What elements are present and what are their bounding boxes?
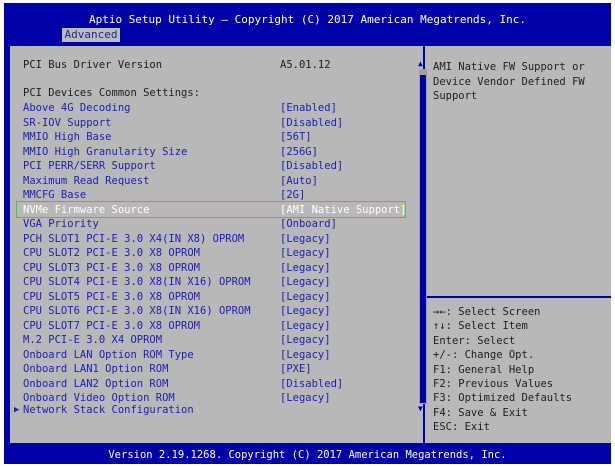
scrollbar-thumb[interactable] xyxy=(420,75,426,403)
setting-value[interactable]: [Enabled] xyxy=(280,101,337,115)
setting-label: MMIO High Base xyxy=(23,131,112,143)
help-line: Device Vendor Defined FW xyxy=(433,75,585,88)
setting-label: M.2 PCI-E 3.0 X4 OPROM xyxy=(23,334,163,346)
setting-value[interactable]: [AMI Native Support] xyxy=(280,203,406,217)
setting-label: Maximum Read Request xyxy=(23,174,150,187)
help-divider xyxy=(425,296,611,298)
setting-label: VGA Priority xyxy=(23,218,99,230)
setting-value[interactable]: [Legacy] xyxy=(280,391,331,405)
bios-screen: Aptio Setup Utility – Copyright (C) 2017… xyxy=(4,3,611,464)
setting-value[interactable]: [Disabled] xyxy=(280,116,343,130)
key-general-help: F1: General Help xyxy=(433,363,535,376)
setting-label: Onboard LAN Option ROM Type xyxy=(23,348,194,361)
key-save-exit: F4: Save & Exit xyxy=(433,406,528,419)
driver-version-label: PCI Bus Driver Version xyxy=(23,59,163,71)
setting-label: CPU SLOT4 PCI-E 3.0 X8(IN X16) OPROM xyxy=(23,276,251,288)
submenu-network-stack[interactable]: ▶ Network Stack Configuration xyxy=(14,403,194,417)
key-exit: ESC: Exit xyxy=(433,421,490,434)
setting-label: NVMe Firmware Source xyxy=(23,203,150,216)
key-change-opt: +/-: Change Opt. xyxy=(433,349,535,362)
submenu-label: Network Stack Configuration xyxy=(23,404,194,416)
window-title: Aptio Setup Utility – Copyright (C) 2017… xyxy=(88,13,527,26)
setting-label: CPU SLOT6 PCI-E 3.0 X8(IN X16) OPROM xyxy=(23,305,251,317)
setting-label: PCH SLOT1 PCI-E 3.0 X4(IN X8) OPROM xyxy=(23,232,245,245)
setting-value[interactable]: [Legacy] xyxy=(280,261,331,275)
setting-value[interactable]: [256G] xyxy=(280,145,318,159)
setting-label: SR-IOV Support xyxy=(23,116,112,129)
setting-value[interactable]: [Legacy] xyxy=(280,348,331,362)
footer-version: Version 2.19.1268. Copyright (C) 2017 Am… xyxy=(108,449,507,461)
section-heading-text: PCI Devices Common Settings: xyxy=(23,87,201,99)
setting-value[interactable]: [Legacy] xyxy=(280,290,331,304)
help-line: AMI Native FW Support or xyxy=(433,61,585,73)
help-line: Support xyxy=(433,90,478,102)
key-legend: →←: Select Screen ↑↓: Select Item Enter:… xyxy=(433,305,572,435)
section-heading: PCI Devices Common Settings: xyxy=(23,86,200,100)
setting-value[interactable]: [Legacy] xyxy=(280,304,331,318)
scroll-up-icon[interactable]: ▲ xyxy=(418,60,423,68)
setting-value[interactable]: [2G] xyxy=(280,188,305,202)
driver-version-row: PCI Bus Driver Version A5.01.12 xyxy=(23,58,331,72)
setting-value[interactable]: [Disabled] xyxy=(280,377,343,391)
setting-value[interactable]: [Disabled] xyxy=(280,159,343,173)
setting-value[interactable]: [Legacy] xyxy=(280,319,331,333)
setting-value[interactable]: [Auto] xyxy=(280,174,318,188)
setting-value[interactable]: [Legacy] xyxy=(280,246,331,260)
setting-label: Onboard LAN1 Option ROM xyxy=(23,363,169,375)
setting-label: CPU SLOT2 PCI-E 3.0 X8 OPROM xyxy=(23,247,201,259)
key-select-screen: →←: Select Screen xyxy=(433,306,541,318)
setting-label: MMCFG Base xyxy=(23,189,87,201)
tab-advanced[interactable]: Advanced xyxy=(62,28,120,42)
key-previous-values: F2: Previous Values xyxy=(433,378,554,391)
submenu-arrow-icon: ▶ xyxy=(14,405,20,415)
setting-value[interactable]: [Legacy] xyxy=(280,275,331,289)
setting-value[interactable]: [56T] xyxy=(280,130,312,144)
setting-label: MMIO High Granularity Size xyxy=(23,145,188,158)
setting-label: Above 4G Decoding xyxy=(23,102,131,114)
scroll-down-icon[interactable]: ▼ xyxy=(418,405,423,413)
setting-label: CPU SLOT3 PCI-E 3.0 X8 OPROM xyxy=(23,261,201,274)
setting-label: CPU SLOT7 PCI-E 3.0 X8 OPROM xyxy=(23,319,201,332)
key-select-item: ↑↓: Select Item xyxy=(433,320,528,333)
setting-value[interactable]: [PXE] xyxy=(280,362,312,376)
help-text: AMI Native FW Support or Device Vendor D… xyxy=(433,60,603,104)
key-optimized-defaults: F3: Optimized Defaults xyxy=(433,392,573,405)
setting-label: PCI PERR/SERR Support xyxy=(23,160,156,172)
setting-value[interactable]: [Legacy] xyxy=(280,232,331,246)
setting-value[interactable]: [Onboard] xyxy=(280,217,337,231)
setting-value[interactable]: [Legacy] xyxy=(280,333,331,347)
setting-label: Onboard LAN2 Option ROM xyxy=(23,377,169,390)
key-enter: Enter: Select xyxy=(433,334,516,347)
driver-version-value: A5.01.12 xyxy=(280,59,331,71)
setting-label: CPU SLOT5 PCI-E 3.0 X8 OPROM xyxy=(23,290,201,303)
